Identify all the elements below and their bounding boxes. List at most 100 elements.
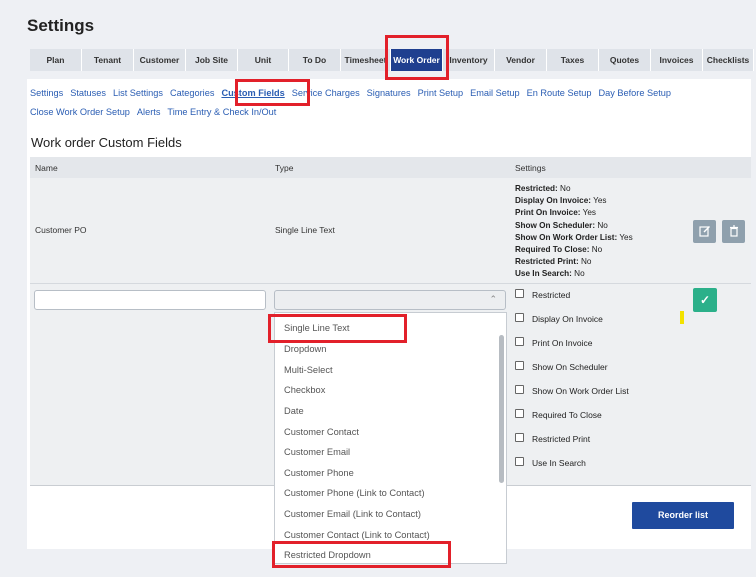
column-header-settings: Settings <box>515 163 546 173</box>
setting-value: No <box>557 184 571 193</box>
chevron-up-icon: ⌃ <box>489 294 497 304</box>
checkbox-box[interactable] <box>515 313 524 322</box>
sub-tab-row: Settings Statuses List Settings Categories C… <box>30 88 678 98</box>
setting-label: Show On Scheduler: <box>515 220 596 230</box>
new-field-name-input[interactable] <box>34 290 266 310</box>
checkbox-box[interactable] <box>515 433 524 442</box>
highlight-box <box>235 79 310 106</box>
checkbox-label: Show On Scheduler <box>532 362 608 372</box>
sub-tab-statuses[interactable]: Statuses <box>70 88 106 98</box>
type-option[interactable]: Multi-Select <box>284 365 333 375</box>
setting-label: Required To Close: <box>515 245 590 255</box>
field-settings-list: Restricted: No Display On Invoice: Yes P… <box>515 183 633 281</box>
type-option[interactable]: Customer Email <box>284 447 350 457</box>
setting-value: No <box>589 245 603 255</box>
reorder-list-button[interactable]: Reorder list <box>632 502 734 529</box>
sub-tab-time-entry[interactable]: Time Entry & Check In/Out <box>167 107 276 117</box>
checkbox-label: Use In Search <box>532 458 586 468</box>
field-type: Single Line Text <box>275 225 335 235</box>
setting-line: Required To Close: No <box>515 244 633 256</box>
type-option[interactable]: Customer Contact <box>284 427 359 437</box>
checkbox-box[interactable] <box>515 289 524 298</box>
sub-tab-row: Close Work Order Setup Alerts Time Entry &… <box>30 107 283 117</box>
sub-tab-settings[interactable]: Settings <box>30 88 63 98</box>
setting-value: No <box>595 220 608 230</box>
tab-to-do[interactable]: To Do <box>289 49 341 71</box>
setting-line: Print On Invoice: Yes <box>515 207 633 219</box>
setting-line: Restricted: No <box>515 183 633 195</box>
checkbox-label: Print On Invoice <box>532 338 593 348</box>
type-option[interactable]: Customer Contact (Link to Contact) <box>284 530 430 540</box>
tab-job-site[interactable]: Job Site <box>186 49 238 71</box>
type-option[interactable]: Customer Phone (Link to Contact) <box>284 488 425 498</box>
setting-label: Print On Invoice: <box>515 208 581 218</box>
sub-tab-en-route-setup[interactable]: En Route Setup <box>527 88 592 98</box>
checkbox-label: Show On Work Order List <box>532 386 629 396</box>
setting-value: Yes <box>590 196 607 206</box>
setting-label: Restricted Print: <box>515 257 579 267</box>
setting-label: Display On Invoice: <box>515 196 591 206</box>
type-option[interactable]: Customer Email (Link to Contact) <box>284 509 421 519</box>
tab-timesheet[interactable]: Timesheet <box>341 49 391 71</box>
new-field-type-select[interactable]: ⌃ <box>274 290 506 310</box>
column-header-type: Type <box>275 163 294 173</box>
setting-line: Display On Invoice: Yes <box>515 195 633 207</box>
tab-unit[interactable]: Unit <box>238 49 289 71</box>
trash-icon <box>729 225 738 237</box>
sub-tab-day-before-setup[interactable]: Day Before Setup <box>598 88 671 98</box>
tab-vendor[interactable]: Vendor <box>495 49 547 71</box>
type-dropdown-list: Single Line Text Dropdown Multi-Select C… <box>274 312 507 564</box>
sub-tab-signatures[interactable]: Signatures <box>367 88 411 98</box>
setting-value: No <box>578 257 592 267</box>
yellow-marker <box>680 311 684 324</box>
type-option[interactable]: Checkbox <box>284 385 325 395</box>
checkbox-box[interactable] <box>515 457 524 466</box>
tab-taxes[interactable]: Taxes <box>547 49 599 71</box>
setting-value: Yes <box>617 232 633 242</box>
highlight-box <box>385 35 449 80</box>
sub-tab-print-setup[interactable]: Print Setup <box>418 88 463 98</box>
highlight-box <box>268 314 407 343</box>
checkbox-box[interactable] <box>515 385 524 394</box>
type-option[interactable]: Date <box>284 406 304 416</box>
tab-quotes[interactable]: Quotes <box>599 49 651 71</box>
setting-value: No <box>571 269 585 279</box>
checkbox-box[interactable] <box>515 361 524 370</box>
setting-value: Yes <box>580 208 596 218</box>
setting-label: Show On Work Order List: <box>515 232 618 242</box>
tab-tenant[interactable]: Tenant <box>82 49 134 71</box>
delete-button[interactable] <box>722 220 745 243</box>
section-title: Work order Custom Fields <box>31 135 182 150</box>
sub-tab-alerts[interactable]: Alerts <box>137 107 161 117</box>
setting-label: Restricted: <box>515 184 558 193</box>
checkbox-box[interactable] <box>515 337 524 346</box>
table-header: Name Type Settings <box>30 157 751 178</box>
highlight-box <box>272 541 451 568</box>
setting-line: Use In Search: No <box>515 268 633 280</box>
checkbox-label: Required To Close <box>532 410 602 420</box>
save-button[interactable]: ✓ <box>693 288 717 312</box>
field-name: Customer PO <box>35 225 87 235</box>
setting-line: Show On Scheduler: No <box>515 220 633 232</box>
edit-icon <box>698 226 710 237</box>
tab-plan[interactable]: Plan <box>30 49 82 71</box>
edit-button[interactable] <box>693 220 716 243</box>
checkbox-label: Restricted Print <box>532 434 591 444</box>
sub-tab-list-settings[interactable]: List Settings <box>113 88 163 98</box>
type-option[interactable]: Customer Phone <box>284 468 354 478</box>
setting-line: Show On Work Order List: Yes <box>515 232 633 244</box>
sub-tab-email-setup[interactable]: Email Setup <box>470 88 520 98</box>
setting-label: Use In Search: <box>515 269 572 279</box>
tab-checklists[interactable]: Checklists <box>703 49 754 71</box>
tab-customer[interactable]: Customer <box>134 49 186 71</box>
checkbox-box[interactable] <box>515 409 524 418</box>
checkbox-label: Restricted <box>532 290 571 300</box>
table-row: Customer PO Single Line Text Restricted:… <box>30 178 751 284</box>
tab-invoices[interactable]: Invoices <box>651 49 703 71</box>
tab-inventory[interactable]: Inventory <box>443 49 495 71</box>
dropdown-scrollbar[interactable] <box>499 335 504 483</box>
sub-tab-close-work-order-setup[interactable]: Close Work Order Setup <box>30 107 130 117</box>
check-icon: ✓ <box>699 293 711 307</box>
sub-tab-categories[interactable]: Categories <box>170 88 214 98</box>
type-option[interactable]: Dropdown <box>284 344 326 354</box>
